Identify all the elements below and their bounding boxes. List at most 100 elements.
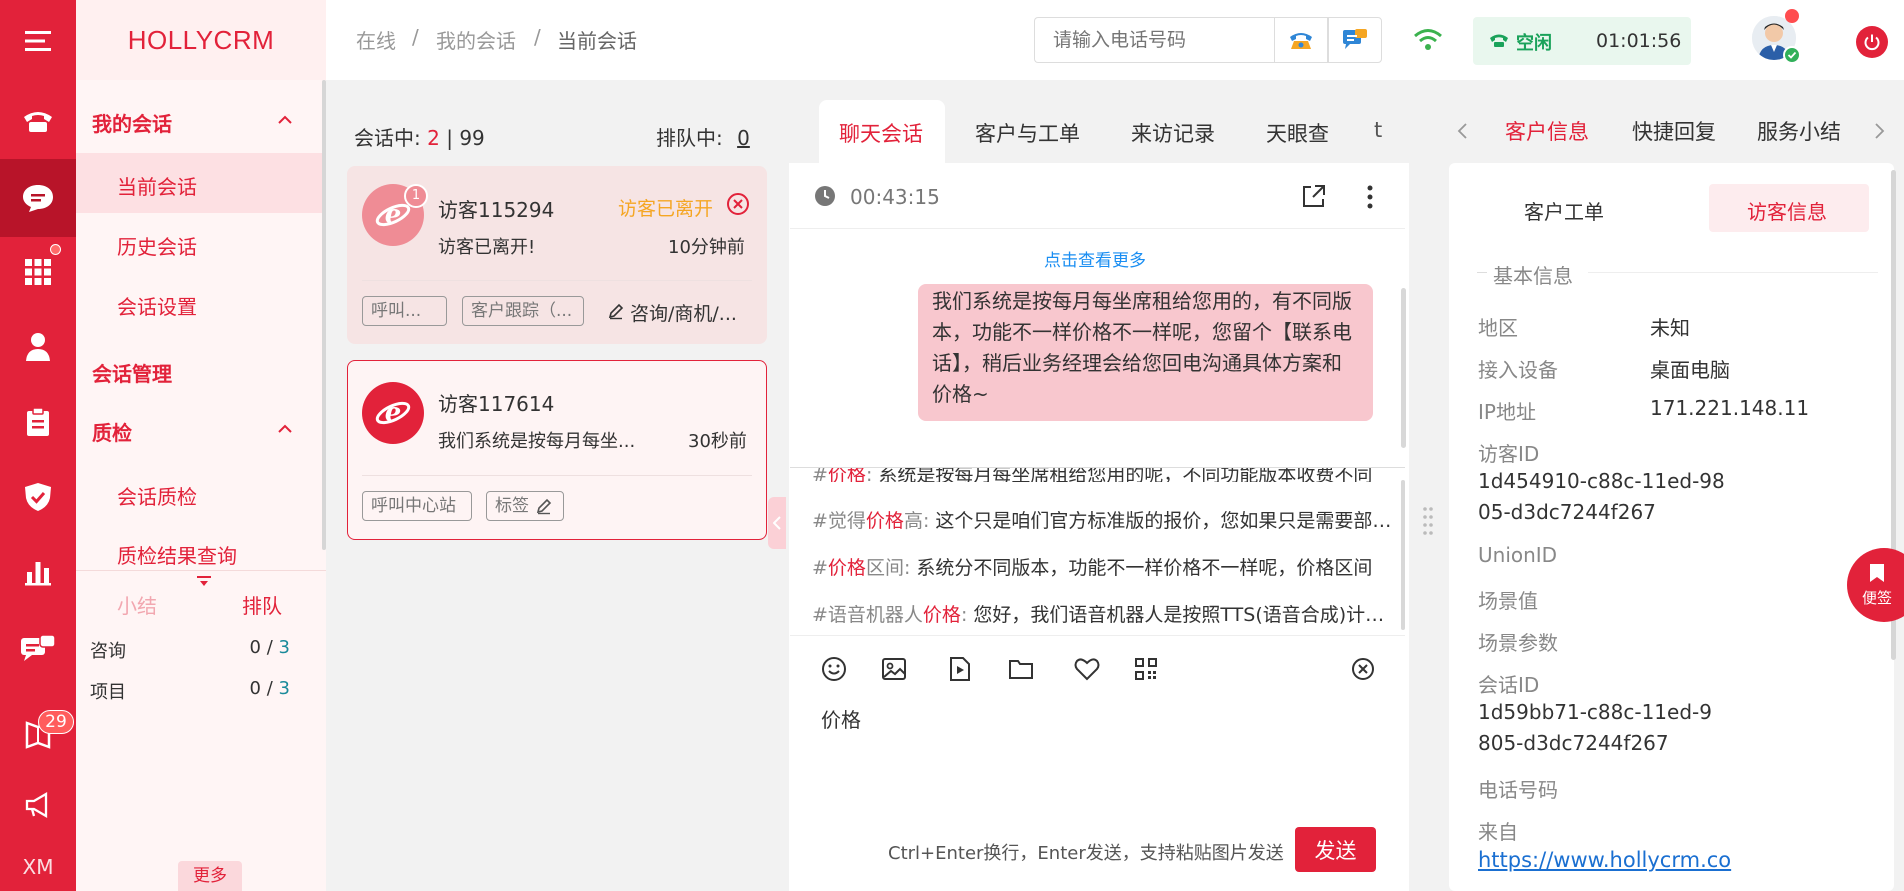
in-session-counter: 会话中: 2 | 99 xyxy=(354,126,485,150)
field-label-device: 接入设备 xyxy=(1478,358,1558,382)
more-button[interactable]: 更多 xyxy=(178,861,242,891)
divider xyxy=(790,228,1405,229)
divider xyxy=(790,635,1405,636)
message-icon[interactable] xyxy=(0,610,76,688)
stats-panel xyxy=(76,570,326,891)
field-from-link[interactable]: https://www.hollycrm.co xyxy=(1478,848,1878,872)
tab-chat[interactable]: 聊天会话 xyxy=(839,118,923,148)
breadcrumb-separator: / xyxy=(412,25,419,49)
book-icon[interactable] xyxy=(0,695,76,773)
field-device: 桌面电脑 xyxy=(1650,358,1730,382)
nav-item-qc[interactable]: 会话质检 xyxy=(117,481,197,510)
subtab-customer-orders[interactable]: 客户工单 xyxy=(1524,196,1604,225)
field-label-phone: 电话号码 xyxy=(1478,778,1558,802)
field-label-region: 地区 xyxy=(1478,316,1518,340)
apps-icon[interactable] xyxy=(0,233,76,311)
nav-group-management[interactable]: 会话管理 xyxy=(92,358,172,387)
quick-reply-item[interactable]: #价格区间: 系统分不同版本，功能不一样价格不一样呢，价格区间 xyxy=(812,553,1396,580)
clear-icon[interactable] xyxy=(1350,656,1376,682)
chevron-left-icon xyxy=(773,516,781,530)
chevron-right-icon[interactable] xyxy=(1874,122,1886,140)
edit-icon[interactable] xyxy=(607,302,625,320)
field-session-id: 1d59bb71-c88c-11ed-9 xyxy=(1478,700,1712,724)
tab-queue[interactable]: 排队 xyxy=(242,590,282,619)
tab-service-summary[interactable]: 服务小结 xyxy=(1757,116,1841,146)
breadcrumb-online[interactable]: 在线 xyxy=(356,25,396,54)
edit-icon[interactable] xyxy=(535,497,553,515)
svg-text:e: e xyxy=(385,200,402,230)
chat-icon[interactable] xyxy=(0,159,76,237)
tab-visit-records[interactable]: 来访记录 xyxy=(1131,118,1215,148)
tab-tianyancha[interactable]: 天眼查 xyxy=(1266,118,1329,148)
note-label: 便签 xyxy=(1861,588,1892,607)
nav-item-qc-result[interactable]: 质检结果查询 xyxy=(117,540,237,569)
nav-item-history[interactable]: 历史会话 xyxy=(117,231,197,260)
quick-reply-item[interactable]: #语音机器人价格: 您好，我们语音机器人是按照TTS(语音合成)计费的 xyxy=(812,600,1396,627)
phone-input[interactable] xyxy=(1034,17,1274,63)
message-button[interactable] xyxy=(1328,17,1382,63)
nav-group-quality[interactable]: 质检 xyxy=(92,417,132,446)
visitor-left-status: 访客已离开 xyxy=(618,198,714,220)
field-region: 未知 xyxy=(1650,316,1690,340)
image-icon[interactable] xyxy=(880,655,908,683)
divider xyxy=(1477,272,1487,273)
nav-scrollbar[interactable] xyxy=(322,80,326,550)
icon-rail: 29 XM xyxy=(0,0,76,891)
qrcode-icon[interactable] xyxy=(1132,655,1160,683)
chevron-up-icon[interactable] xyxy=(276,420,294,438)
drag-down-icon[interactable] xyxy=(197,576,211,588)
menu-icon[interactable] xyxy=(0,2,76,80)
chevron-left-icon[interactable] xyxy=(1456,122,1468,140)
tag-chip[interactable]: 呼叫... xyxy=(362,296,447,326)
send-button[interactable]: 发送 xyxy=(1295,827,1376,872)
emoji-icon[interactable] xyxy=(820,655,848,683)
tab-customer-orders[interactable]: 客户与工单 xyxy=(975,118,1080,148)
quick-reply-scrollbar[interactable] xyxy=(1401,480,1405,630)
collapse-handle[interactable] xyxy=(768,497,786,549)
breadcrumb-my-sessions[interactable]: 我的会话 xyxy=(436,25,516,54)
share-icon[interactable] xyxy=(1301,183,1327,209)
quick-reply-item[interactable]: #觉得价格高: 这个只是咱们官方标准版的报价，您如果只是需要部分功能 xyxy=(812,506,1396,533)
field-label-ip: IP地址 xyxy=(1478,400,1536,424)
field-label-from: 来自 xyxy=(1478,820,1518,844)
video-icon[interactable] xyxy=(946,655,974,683)
status-timer: 01:01:56 xyxy=(1596,30,1682,52)
tag-chip[interactable]: 呼叫中心站 xyxy=(362,491,472,521)
tab-overflow[interactable]: t xyxy=(1374,118,1386,142)
power-button[interactable] xyxy=(1856,26,1888,58)
chat-scrollbar[interactable] xyxy=(1401,288,1406,448)
heart-icon[interactable] xyxy=(1073,655,1101,683)
nav-item-settings[interactable]: 会话设置 xyxy=(117,291,197,320)
phone-icon[interactable] xyxy=(0,82,76,160)
divider xyxy=(790,467,1405,468)
chevron-up-icon[interactable] xyxy=(276,111,294,129)
brand-logo: HOLLYCRM xyxy=(76,0,326,80)
megaphone-icon[interactable] xyxy=(0,766,76,844)
shield-icon[interactable] xyxy=(0,458,76,536)
status-label: 空闲 xyxy=(1516,33,1552,54)
tag-chip[interactable]: 客户跟踪（... xyxy=(462,296,584,326)
chat-bubble-icon xyxy=(1343,29,1367,49)
unread-badge: 1 xyxy=(404,184,428,208)
phone-dial-icon xyxy=(1290,33,1312,49)
tab-quick-reply[interactable]: 快捷回复 xyxy=(1632,116,1716,146)
nav-group-my-sessions[interactable]: 我的会话 xyxy=(92,108,172,137)
chart-icon[interactable] xyxy=(0,533,76,611)
message-input[interactable]: 价格 xyxy=(821,704,861,733)
subtab-visitor-info[interactable]: 访客信息 xyxy=(1747,196,1827,225)
dial-button[interactable] xyxy=(1274,17,1328,63)
folder-icon[interactable] xyxy=(1007,655,1035,683)
clipboard-icon[interactable] xyxy=(0,383,76,461)
category-tag[interactable]: 咨询/商机/... xyxy=(630,299,737,326)
phone-status-icon xyxy=(1490,34,1508,47)
user-icon[interactable] xyxy=(0,308,76,386)
close-circle-icon[interactable] xyxy=(726,192,750,216)
more-vertical-icon[interactable] xyxy=(1366,184,1374,210)
nav-item-current[interactable]: 当前会话 xyxy=(117,171,197,200)
breadcrumb-separator: / xyxy=(534,25,541,49)
tab-summary[interactable]: 小结 xyxy=(117,590,157,619)
tab-customer-info[interactable]: 客户信息 xyxy=(1505,116,1589,146)
see-more-link[interactable]: 点击查看更多 xyxy=(1044,246,1146,271)
online-check-icon xyxy=(1783,46,1801,64)
resize-handle-icon[interactable] xyxy=(1422,505,1434,541)
